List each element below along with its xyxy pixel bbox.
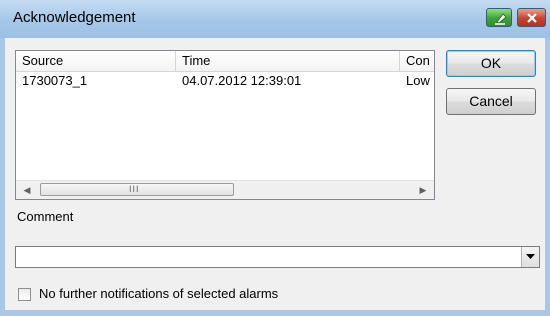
comment-dropdown-button[interactable] bbox=[521, 247, 539, 267]
close-icon bbox=[527, 13, 537, 23]
column-header-condition[interactable]: Con bbox=[400, 51, 434, 71]
pin-button[interactable] bbox=[486, 8, 512, 27]
dialog-body: Source Time Con 1730073_1 04.07.2012 12:… bbox=[5, 38, 545, 310]
column-header-source[interactable]: Source bbox=[16, 51, 176, 71]
pin-icon bbox=[495, 13, 507, 25]
thumb-grip-icon: III bbox=[129, 184, 140, 194]
window-title: Acknowledgement bbox=[13, 9, 136, 26]
column-header-time[interactable]: Time bbox=[176, 51, 400, 71]
no-further-notifications-label[interactable]: No further notifications of selected ala… bbox=[39, 286, 278, 301]
acknowledgement-dialog: Acknowledgement Source Time Con 1730073_… bbox=[0, 0, 550, 316]
no-further-notifications-checkbox[interactable] bbox=[18, 288, 31, 301]
close-button[interactable] bbox=[517, 8, 546, 27]
comment-label: Comment bbox=[17, 209, 74, 224]
horizontal-scrollbar[interactable]: ◀ III ▶ bbox=[16, 180, 434, 199]
ok-button[interactable]: OK bbox=[446, 50, 536, 77]
comment-combobox[interactable] bbox=[15, 246, 540, 268]
cancel-button[interactable]: Cancel bbox=[446, 88, 536, 115]
chevron-down-icon bbox=[526, 254, 535, 259]
title-bar[interactable]: Acknowledgement bbox=[0, 0, 550, 38]
alarm-list[interactable]: Source Time Con 1730073_1 04.07.2012 12:… bbox=[15, 50, 435, 200]
alarm-list-header: Source Time Con bbox=[16, 51, 434, 72]
scrollbar-thumb[interactable]: III bbox=[40, 183, 234, 196]
cell-time: 04.07.2012 12:39:01 bbox=[182, 73, 302, 88]
cell-source: 1730073_1 bbox=[22, 73, 88, 88]
cell-condition: Low bbox=[406, 73, 430, 88]
scroll-right-icon[interactable]: ▶ bbox=[414, 181, 432, 199]
scroll-left-icon[interactable]: ◀ bbox=[18, 181, 36, 199]
